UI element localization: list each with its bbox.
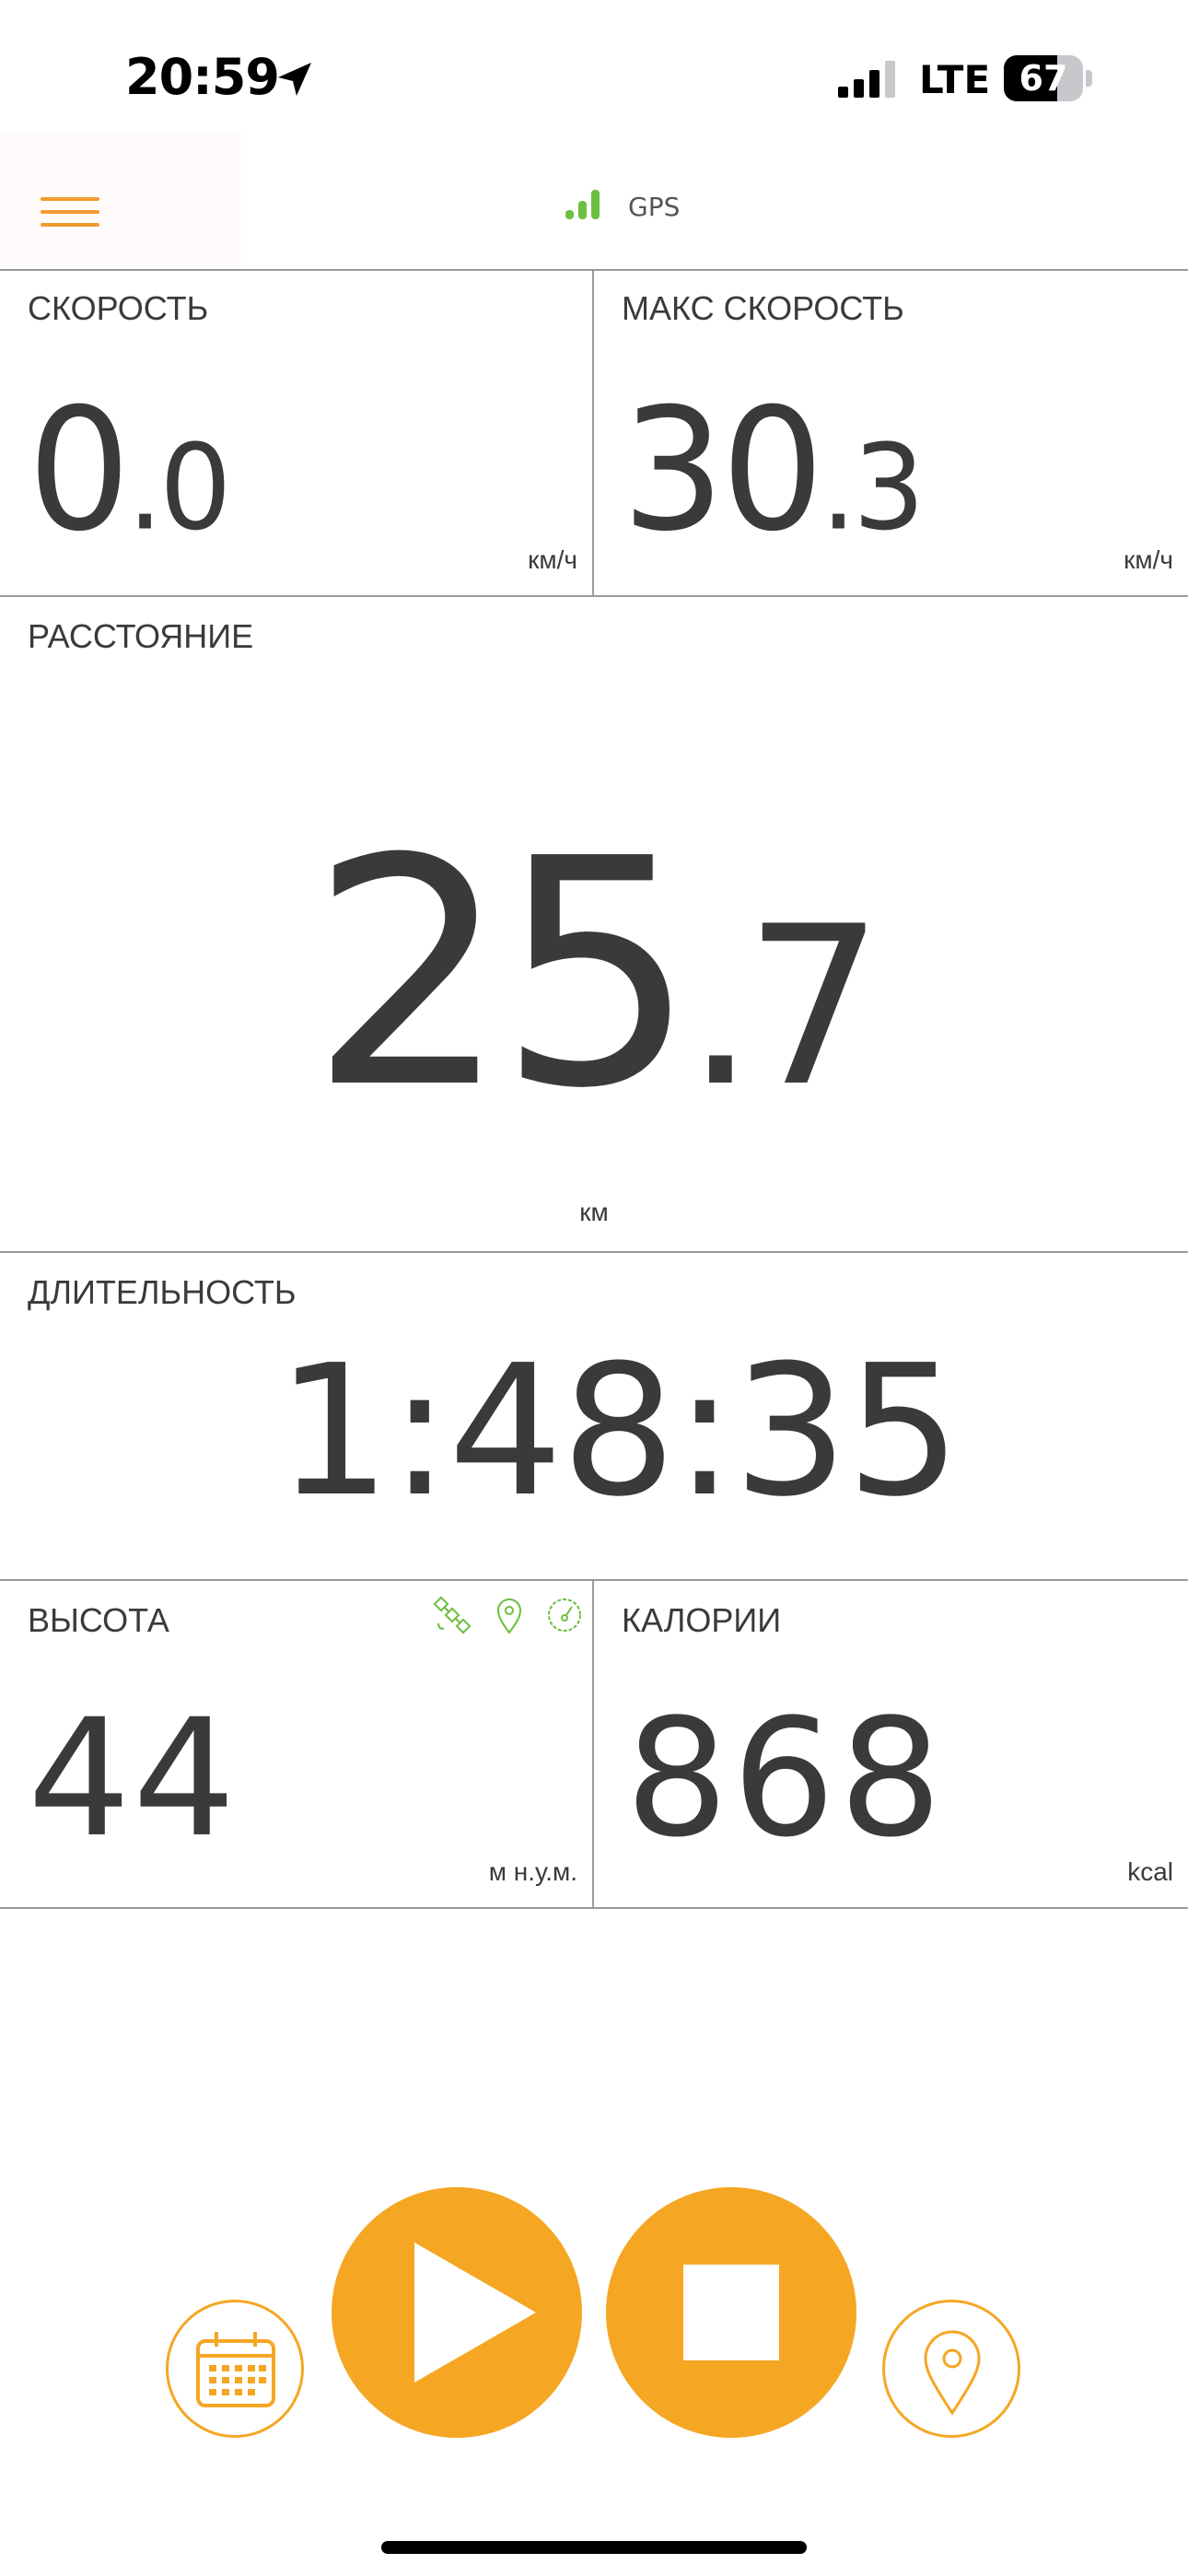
calories-title: КАЛОРИИ	[622, 1601, 782, 1639]
duration-tile[interactable]: ДЛИТЕЛЬНОСТЬ 1:48:35	[0, 1253, 1188, 1581]
max-speed-title: МАКС СКОРОСТЬ	[622, 289, 904, 327]
barometer-icon[interactable]	[545, 1596, 584, 1634]
signal-bars-icon	[565, 190, 600, 219]
distance-value-int: 25	[309, 792, 697, 1157]
workout-controls	[0, 2119, 1188, 2488]
battery-tip	[1086, 70, 1092, 87]
max-speed-value-frac: 3	[853, 420, 925, 557]
battery-level: 67	[1019, 58, 1068, 99]
duration-value: 1:48:35	[276, 1327, 961, 1537]
map-pin-icon[interactable]	[490, 1596, 529, 1634]
gps-label: GPS	[628, 192, 681, 222]
max-speed-value-int: 30	[622, 372, 824, 569]
duration-title: ДЛИТЕЛЬНОСТЬ	[28, 1273, 297, 1311]
hamburger-menu-icon	[41, 197, 99, 201]
battery-icon: 67	[1004, 55, 1083, 101]
location-button[interactable]	[882, 2300, 1020, 2438]
menu-button[interactable]	[0, 133, 241, 265]
play-button[interactable]	[332, 2187, 582, 2438]
max-speed-unit: км/ч	[1124, 545, 1173, 574]
satellite-icon[interactable]	[433, 1596, 472, 1634]
speed-value-frac: 0	[159, 420, 231, 557]
distance-value-frac: 7	[744, 880, 883, 1135]
speed-title: СКОРОСТЬ	[28, 289, 209, 327]
stop-icon	[683, 2265, 779, 2360]
map-pin-icon	[924, 2330, 981, 2416]
calories-tile[interactable]: КАЛОРИИ 868 kcal	[594, 1581, 1188, 1909]
cellular-signal-icon	[838, 61, 895, 98]
network-type: LTE	[919, 57, 991, 102]
distance-value: 25.7	[309, 792, 884, 1157]
altitude-source-icons	[433, 1596, 589, 1640]
altitude-value: 44	[28, 1684, 238, 1873]
play-icon	[414, 2242, 536, 2383]
max-speed-value: 30.3	[622, 372, 926, 569]
speed-value: 0.0	[28, 372, 232, 569]
hamburger-menu-icon-line	[41, 223, 99, 227]
location-arrow-icon	[278, 63, 311, 96]
altitude-title: ВЫСОТА	[28, 1601, 169, 1639]
calendar-icon	[196, 2332, 275, 2407]
speed-unit: км/ч	[528, 545, 577, 574]
status-time: 20:59	[125, 48, 280, 106]
distance-unit: км	[579, 1198, 609, 1226]
hamburger-menu-icon-line	[41, 210, 99, 214]
distance-tile[interactable]: РАССТОЯНИЕ 25.7 км	[0, 597, 1188, 1253]
speed-decimal-point: .	[126, 420, 163, 557]
status-bar: 20:59 LTE 67	[0, 0, 1188, 129]
max-speed-tile[interactable]: МАКС СКОРОСТЬ 30.3 км/ч	[594, 269, 1188, 597]
distance-decimal-point: .	[685, 880, 756, 1135]
speed-tile[interactable]: СКОРОСТЬ 0.0 км/ч	[0, 269, 594, 597]
speed-value-int: 0	[28, 372, 131, 569]
top-app-bar: GPS	[0, 129, 1188, 271]
distance-title: РАССТОЯНИЕ	[28, 617, 254, 655]
workout-dashboard: 20:59 LTE 67 GPS СКОРОСТЬ 0.0 км/ч МАКС …	[0, 0, 1188, 2576]
stop-button[interactable]	[606, 2187, 856, 2438]
calories-unit: kcal	[1127, 1857, 1173, 1886]
altitude-tile[interactable]: ВЫСОТА 44 м н.у.м.	[0, 1581, 594, 1909]
home-indicator[interactable]	[381, 2541, 807, 2554]
calendar-button[interactable]	[166, 2300, 304, 2438]
calories-value: 868	[625, 1684, 946, 1873]
altitude-unit: м н.у.м.	[488, 1857, 577, 1886]
max-speed-decimal-point: .	[820, 420, 856, 557]
